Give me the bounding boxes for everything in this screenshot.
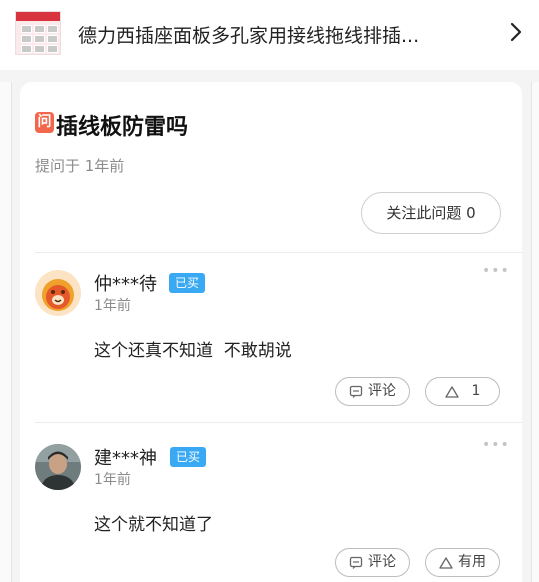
helpful-button[interactable]: 1: [425, 377, 500, 406]
answer-username[interactable]: 建***神: [94, 444, 157, 470]
answer-time: 1年前: [94, 472, 131, 488]
answer-content: 这个还真不知道 不敢胡说: [94, 341, 292, 361]
answer-username[interactable]: 仲***待: [94, 270, 157, 296]
triangle-up-icon: [439, 556, 453, 569]
comment-button[interactable]: 评论: [335, 377, 410, 406]
comment-button[interactable]: 评论: [335, 548, 410, 577]
purchased-badge: 已买: [169, 273, 206, 293]
avatar[interactable]: [35, 444, 81, 490]
more-options-icon[interactable]: •••: [482, 263, 510, 279]
triangle-up-icon: [444, 385, 459, 398]
helpful-count: 1: [471, 383, 481, 399]
more-options-icon[interactable]: •••: [482, 437, 510, 453]
question-card: 问 插线板防雷吗 提问于 1年前 关注此问题 0 仲***待 已买 1年前 ••…: [20, 82, 522, 582]
avatar[interactable]: [35, 270, 81, 316]
question-title: 插线板防雷吗: [56, 115, 189, 140]
helpful-label: 有用: [458, 554, 486, 570]
comment-icon: [349, 556, 363, 569]
product-header[interactable]: 德力西插座面板多孔家用接线拖线排插...: [0, 0, 539, 70]
helpful-button[interactable]: 有用: [425, 548, 500, 577]
answer-time: 1年前: [94, 298, 131, 314]
adjacent-card-left: [0, 82, 12, 582]
product-thumbnail[interactable]: [15, 11, 61, 55]
chevron-right-icon[interactable]: [506, 19, 526, 45]
comment-label: 评论: [368, 554, 396, 570]
follow-question-button[interactable]: 关注此问题 0: [361, 192, 501, 234]
divider: [35, 252, 522, 253]
comment-icon: [349, 385, 363, 398]
adjacent-card-right: [531, 82, 539, 582]
product-title[interactable]: 德力西插座面板多孔家用接线拖线排插...: [78, 21, 478, 48]
question-icon: 问: [35, 112, 54, 133]
purchased-badge: 已买: [170, 447, 207, 467]
comment-label: 评论: [368, 383, 396, 399]
divider: [35, 422, 522, 423]
answer-content: 这个就不知道了: [94, 515, 213, 535]
question-meta: 提问于 1年前: [35, 157, 125, 175]
